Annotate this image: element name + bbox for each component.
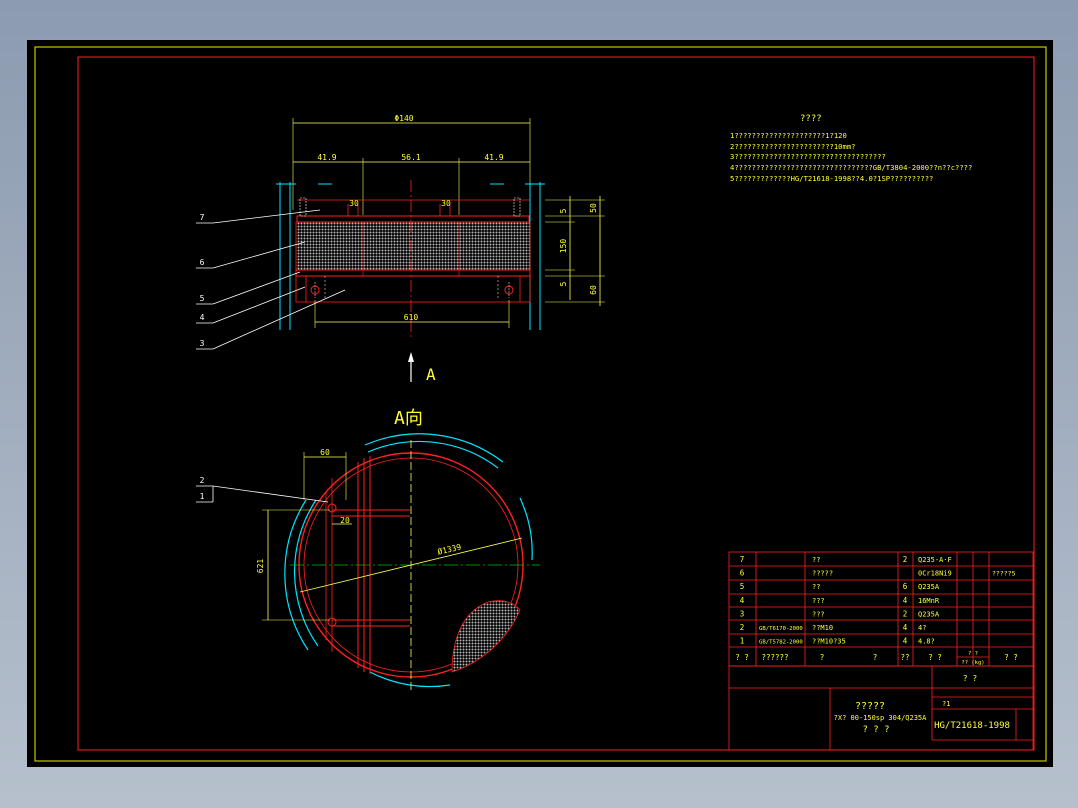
dim-slot-right: 30 — [441, 199, 451, 208]
notes-line-1: 1?????????????????????1?120 — [730, 131, 847, 140]
balloon-4: 4 — [200, 313, 205, 322]
bom-cell-std: GB/T6170-2000 — [759, 626, 803, 632]
dim-right: 41.9 — [484, 153, 503, 162]
bom-header-weight-bot: ?? (kg) — [961, 660, 984, 666]
bom-cell-name: ??M10?35 — [812, 638, 846, 646]
bom-cell-qty: 2 — [903, 555, 908, 564]
bom-cell-qty: 4 — [903, 623, 908, 632]
dim-h1: 5 — [559, 208, 568, 213]
bom-header-qty: ?? — [900, 653, 909, 662]
drawing-standard: HG/T21618-1998 — [934, 721, 1010, 731]
dim-bottom: 610 — [404, 313, 419, 322]
bom-cell-note: ?????5 — [992, 570, 1016, 578]
dim-20: 20 — [340, 516, 350, 525]
bom-header-name: ? — [820, 653, 825, 662]
bom-cell-name: ????? — [812, 570, 833, 578]
dim-60: 60 — [320, 448, 330, 457]
bom-cell-material: Q235A — [918, 583, 940, 591]
direction-label: A — [426, 365, 436, 384]
bom-cell-no: 5 — [740, 582, 745, 591]
bom-cell-name: ??? — [812, 597, 825, 605]
balloon-6: 6 — [200, 258, 205, 267]
balloon-2: 2 — [200, 476, 205, 485]
dim-top-gap: 50 — [589, 203, 598, 213]
bom-cell-qty: 6 — [903, 582, 908, 591]
dim-overall: Φ140 — [394, 114, 413, 123]
balloon-1: 1 — [200, 492, 205, 501]
bom-cell-material: 0Cr18Ni9 — [918, 570, 952, 578]
bom-cell-qty: 4 — [903, 637, 908, 646]
notes-line-3: 3??????????????????????????????????? — [730, 152, 886, 161]
balloon-3: 3 — [200, 339, 205, 348]
bom-cell-material: Q235A — [918, 610, 940, 618]
bom-cell-no: 6 — [740, 569, 745, 578]
bom-header-std: ?????? — [761, 653, 788, 662]
bom-cell-material: 4? — [918, 624, 926, 632]
dim-slot-left: 30 — [349, 199, 359, 208]
title-block-top-right: ? ? — [963, 674, 978, 683]
bom-cell-material: 16MnR — [918, 597, 940, 605]
bom-cell-name: ?? — [812, 583, 820, 591]
notes-line-5: 5?????????????HG/T21618-1998??4.0?1SP???… — [730, 174, 933, 183]
bom-cell-no: 4 — [740, 596, 745, 605]
packing-layer — [295, 221, 531, 271]
bom-header-weight-top: ? ? — [968, 651, 978, 657]
bom-cell-std: GB/T5782-2000 — [759, 640, 803, 646]
bom-cell-material: 4.8? — [918, 638, 935, 646]
drawing-sheet — [27, 40, 1053, 767]
bom-cell-no: 2 — [740, 623, 745, 632]
bom-cell-no: 3 — [740, 609, 745, 618]
bom-header-no: ? ? — [735, 653, 749, 662]
bom-header-material: ? ? — [928, 653, 942, 662]
balloon-7: 7 — [200, 213, 205, 222]
bom-cell-no: 1 — [740, 637, 745, 646]
bom-header-note: ? ? — [1004, 653, 1018, 662]
bom-cell-no: 7 — [740, 555, 745, 564]
bom-cell-qty: 2 — [903, 609, 908, 618]
bom-cell-name: ??M10 — [812, 624, 833, 632]
dim-h4: 60 — [589, 285, 598, 295]
drawing-subtitle-2: ? ? ? — [862, 725, 889, 735]
dim-middle: 56.1 — [401, 153, 420, 162]
dim-h2: 150 — [559, 239, 568, 254]
bom-cell-name: ?? — [812, 556, 820, 564]
bom-cell-name: ??? — [812, 610, 825, 618]
bom-header-name2: ? — [873, 653, 878, 662]
balloon-5: 5 — [200, 294, 205, 303]
title-block-small-label: ?1 — [942, 700, 950, 708]
notes-line-2: 2???????????????????????10mm? — [730, 142, 856, 151]
plan-title: A向 — [394, 408, 423, 429]
dim-621: 621 — [256, 559, 265, 574]
drawing-subtitle: ?X? 00-150sp 304/Q235A — [834, 714, 928, 722]
bom-cell-qty: 4 — [903, 596, 908, 605]
drawing-title: ????? — [855, 701, 885, 712]
dim-left: 41.9 — [317, 153, 336, 162]
notes-title: ???? — [800, 114, 822, 124]
notes-line-4: 4????????????????????????????????GB/T380… — [730, 163, 972, 172]
bom-cell-material: Q235-A·F — [918, 556, 952, 564]
dim-h3: 5 — [559, 281, 568, 286]
